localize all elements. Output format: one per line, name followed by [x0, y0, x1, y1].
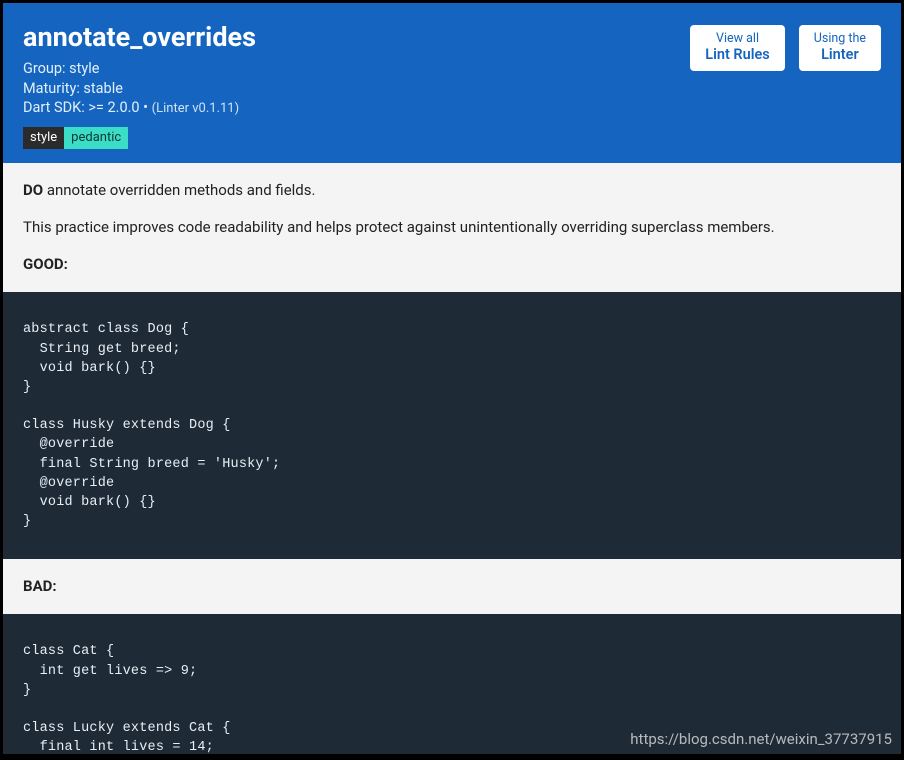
meta-maturity: Maturity: stable — [23, 79, 881, 99]
meta-linter-version: (Linter v0.1.11) — [152, 101, 239, 116]
bad-label: BAD: — [23, 575, 881, 598]
do-text: annotate overridden methods and fields. — [43, 181, 315, 199]
do-label: DO — [23, 181, 43, 199]
badge-pedantic: pedantic — [64, 127, 128, 149]
badges: stylepedantic — [23, 126, 881, 149]
button-line1: Using the — [814, 31, 866, 46]
page: annotate_overrides Group: style Maturity… — [3, 3, 901, 754]
view-all-lint-rules-button[interactable]: View all Lint Rules — [690, 25, 785, 71]
badge-style: style — [23, 127, 64, 149]
intro-section: DO annotate overridden methods and field… — [3, 163, 901, 293]
header: annotate_overrides Group: style Maturity… — [3, 3, 901, 163]
bad-code-block: class Cat { int get lives => 9; } class … — [3, 614, 901, 754]
button-line1: View all — [705, 31, 770, 46]
header-buttons: View all Lint Rules Using the Linter — [690, 25, 881, 71]
button-line2: Linter — [814, 46, 866, 63]
using-the-linter-button[interactable]: Using the Linter — [799, 25, 881, 71]
button-line2: Lint Rules — [705, 46, 770, 63]
good-code-block: abstract class Dog { String get breed; v… — [3, 292, 901, 559]
bad-section: BAD: — [3, 559, 901, 614]
do-line: DO annotate overridden methods and field… — [23, 179, 881, 202]
meta-sdk: Dart SDK: >= 2.0.0 — [23, 99, 140, 116]
practice-text: This practice improves code readability … — [23, 216, 881, 239]
content: DO annotate overridden methods and field… — [3, 163, 901, 754]
meta-dot: • — [140, 99, 152, 116]
meta-sdk-line: Dart SDK: >= 2.0.0 • (Linter v0.1.11) — [23, 98, 881, 118]
good-label: GOOD: — [23, 253, 881, 276]
